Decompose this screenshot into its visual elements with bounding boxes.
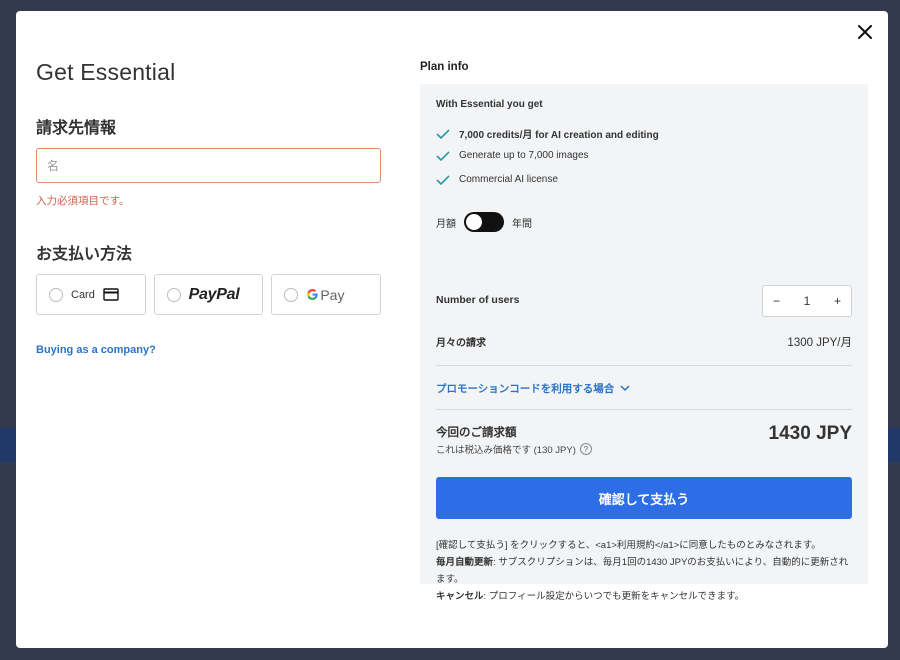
check-icon <box>436 150 450 161</box>
help-icon[interactable]: ? <box>579 443 592 455</box>
legal-cancel: キャンセル: プロフィール設定からいつでも更新をキャンセルできます。 <box>436 588 856 605</box>
plan-info-heading: Plan info <box>420 61 469 73</box>
plan-includes-label: With Essential you get <box>436 99 543 110</box>
confirm-and-pay-button[interactable]: 確認して支払う <box>436 477 852 519</box>
promo-code-toggle[interactable]: プロモーションコードを利用する場合 <box>436 381 630 396</box>
legal-auto-renew: 毎月自動更新: サブスクリプションは、毎月1回の1430 JPYのお支払いにより… <box>436 554 856 588</box>
monthly-billing-label: 月々の請求 <box>436 338 486 349</box>
radio-card[interactable] <box>49 287 63 302</box>
feature-label: Generate up to 7,000 images <box>459 150 589 161</box>
close-button[interactable] <box>854 21 876 43</box>
total-amount: 1430 JPY <box>768 423 852 444</box>
payment-options: Card PayPal Pay <box>36 274 382 315</box>
legal-terms-line: [確認して支払う] をクリックすると、<a1>利用規約</a1>に同意したものと… <box>436 540 821 551</box>
users-count: 1 <box>803 294 811 308</box>
promo-code-label: プロモーションコードを利用する場合 <box>436 383 615 395</box>
billing-heading: 請求先情報 <box>36 120 117 137</box>
google-pay-logo: Pay <box>306 287 344 303</box>
plan-info-panel: Plan info With Essential you get 7,000 c… <box>420 61 868 602</box>
close-icon <box>858 25 872 39</box>
buying-as-company-link[interactable]: Buying as a company? <box>36 344 381 356</box>
paypal-logo: PayPal <box>188 285 240 303</box>
users-stepper: − 1 + <box>762 285 852 317</box>
billing-period-toggle-row: 月額 年間 <box>436 212 532 232</box>
cancel-text: : プロフィール設定からいつでも更新をキャンセルできます。 <box>483 591 745 602</box>
divider <box>436 409 852 410</box>
check-icon <box>436 174 450 185</box>
amount-due-label: 今回のご請求額 <box>436 427 517 439</box>
billing-period-toggle[interactable] <box>464 212 504 232</box>
payment-option-card[interactable]: Card <box>36 274 146 315</box>
tax-note-text: これは税込み価格です (130 JPY) <box>436 445 576 456</box>
users-label: Number of users <box>436 294 520 306</box>
toggle-monthly-label: 月額 <box>436 218 456 230</box>
feature-label: Commercial AI license <box>459 174 558 185</box>
decrement-button[interactable]: − <box>773 294 780 308</box>
name-error-message: 入力必須項目です。 <box>36 195 130 207</box>
auto-renew-label: 毎月自動更新 <box>436 557 494 568</box>
feature-item: 7,000 credits/月 for AI creation and edit… <box>436 126 659 141</box>
divider <box>436 365 852 366</box>
checkout-form: Get Essential 請求先情報 入力必須項目です。 お支払い方法 Car… <box>36 59 382 356</box>
legal-text: [確認して支払う] をクリックすると、<a1>利用規約</a1>に同意したものと… <box>436 537 856 605</box>
chevron-down-icon <box>620 385 630 392</box>
radio-paypal[interactable] <box>166 287 181 302</box>
plan-summary-box: With Essential you get 7,000 credits/月 f… <box>420 84 868 602</box>
radio-googlepay[interactable] <box>284 287 299 302</box>
check-icon <box>436 128 450 139</box>
card-icon <box>103 288 119 301</box>
toggle-yearly-label: 年間 <box>512 218 532 230</box>
payment-option-googlepay[interactable]: Pay <box>271 274 382 315</box>
payment-heading: お支払い方法 <box>36 246 133 263</box>
toggle-knob <box>466 214 482 230</box>
increment-button[interactable]: + <box>834 294 841 308</box>
cancel-label: キャンセル <box>436 591 484 602</box>
modal-title: Get Essential <box>36 59 176 85</box>
google-pay-label: Pay <box>320 286 345 303</box>
payment-option-paypal[interactable]: PayPal <box>153 274 264 315</box>
card-label: Card <box>71 288 95 301</box>
feature-label: 7,000 credits/月 for AI creation and edit… <box>459 130 659 141</box>
feature-item: Generate up to 7,000 images <box>436 150 589 161</box>
google-g-logo <box>307 289 319 300</box>
auto-renew-text: : サブスクリプションは、毎月1回の1430 JPYのお支払いにより、自動的に更… <box>436 557 849 585</box>
monthly-billing-value: 1300 JPY/月 <box>787 337 852 349</box>
name-input[interactable] <box>36 148 381 183</box>
tax-note: これは税込み価格です (130 JPY) ? <box>436 442 592 456</box>
feature-item: Commercial AI license <box>436 174 558 185</box>
checkout-modal: Get Essential 請求先情報 入力必須項目です。 お支払い方法 Car… <box>16 11 888 648</box>
